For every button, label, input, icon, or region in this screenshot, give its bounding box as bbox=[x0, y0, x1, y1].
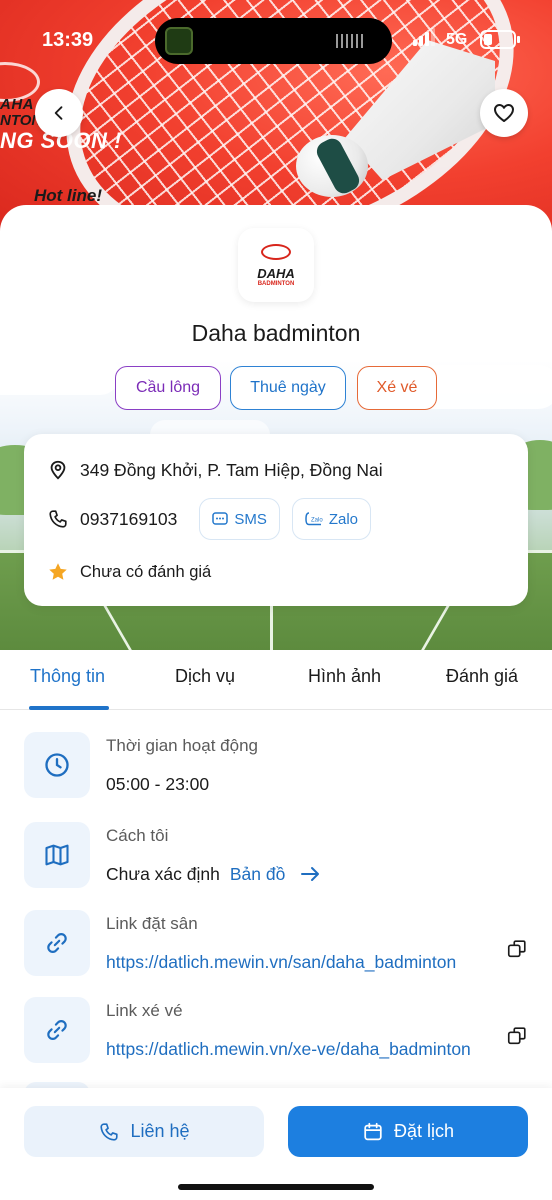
ticket-link-url[interactable]: https://datlich.mewin.vn/xe-ve/daha_badm… bbox=[106, 1039, 471, 1060]
clock-icon bbox=[24, 732, 90, 798]
phone-number[interactable]: 0937169103 bbox=[80, 509, 177, 530]
sms-label: SMS bbox=[234, 510, 267, 528]
venue-logo-subtext: BADMINTON bbox=[257, 280, 295, 287]
location-pin-icon bbox=[46, 458, 70, 482]
phone-icon bbox=[46, 507, 70, 531]
audio-wave-icon bbox=[336, 34, 366, 48]
chevron-left-icon bbox=[54, 106, 63, 120]
tab-bar: Thông tin Dịch vụ Hình ảnh Đánh giá bbox=[0, 650, 552, 710]
copy-icon[interactable] bbox=[506, 938, 528, 960]
opening-hours-label: Thời gian hoạt động bbox=[106, 736, 258, 755]
address-row[interactable]: 349 Đồng Khởi, P. Tam Hiệp, Đồng Nai bbox=[46, 458, 383, 482]
opening-hours-item: Thời gian hoạt động 05:00 - 23:00 bbox=[24, 732, 528, 802]
zalo-icon: Zalo bbox=[305, 512, 323, 526]
map-link-label: Bản đồ bbox=[229, 864, 286, 884]
ticket-link-label: Link xé vé bbox=[106, 1001, 183, 1020]
network-type: 5G bbox=[446, 31, 468, 48]
link-icon bbox=[24, 997, 90, 1063]
dynamic-island bbox=[155, 18, 392, 64]
favorite-button[interactable] bbox=[480, 89, 528, 137]
signal-icon bbox=[413, 28, 437, 46]
tab-images[interactable]: Hình ảnh bbox=[308, 666, 381, 687]
booking-link-item: Link đặt sân https://datlich.mewin.vn/sa… bbox=[24, 910, 528, 980]
active-tab-indicator bbox=[29, 706, 109, 710]
map-icon bbox=[24, 822, 90, 888]
distance-value-row: Chưa xác định Bản đồ bbox=[106, 864, 322, 885]
venue-logo-text: DAHA bbox=[257, 265, 295, 281]
rating-row: Chưa có đánh giá bbox=[46, 560, 211, 584]
venue-logo: DAHA BADMINTON bbox=[238, 228, 314, 302]
venue-info-card: 349 Đồng Khởi, P. Tam Hiệp, Đồng Nai 093… bbox=[24, 434, 528, 606]
tab-services[interactable]: Dịch vụ bbox=[175, 666, 235, 687]
rating-text: Chưa có đánh giá bbox=[80, 562, 212, 581]
banner-promo-line-1: AHA bbox=[0, 96, 34, 113]
sms-icon bbox=[212, 512, 229, 526]
back-button[interactable] bbox=[35, 89, 83, 137]
zalo-label: Zalo bbox=[328, 510, 359, 528]
booking-link-label: Link đặt sân bbox=[106, 914, 198, 933]
map-link[interactable]: Bản đồ bbox=[230, 864, 322, 884]
contact-label: Liên hệ bbox=[130, 1121, 190, 1141]
arrow-right-icon bbox=[301, 867, 320, 881]
tag-daily-rental[interactable]: Thuê ngày bbox=[230, 366, 346, 410]
address-text: 349 Đồng Khởi, P. Tam Hiệp, Đồng Nai bbox=[80, 459, 383, 480]
booking-link-url[interactable]: https://datlich.mewin.vn/san/daha_badmin… bbox=[106, 952, 456, 973]
racket-logo-icon bbox=[261, 243, 291, 260]
home-indicator bbox=[178, 1184, 374, 1190]
phone-icon bbox=[98, 1121, 120, 1143]
distance-value: Chưa xác định bbox=[106, 864, 220, 884]
tag-badminton[interactable]: Cầu lông bbox=[115, 366, 221, 410]
tag-ticket[interactable]: Xé vé bbox=[357, 366, 437, 410]
copy-icon[interactable] bbox=[506, 1025, 528, 1047]
book-label: Đặt lịch bbox=[393, 1121, 455, 1141]
calendar-icon bbox=[362, 1121, 384, 1143]
book-button[interactable]: Đặt lịch bbox=[288, 1106, 528, 1157]
distance-label: Cách tôi bbox=[106, 826, 169, 845]
opening-hours-value: 05:00 - 23:00 bbox=[106, 774, 210, 794]
banner-hotline: Hot line! bbox=[34, 186, 102, 205]
distance-item: Cách tôi Chưa xác định Bản đồ bbox=[24, 822, 528, 892]
battery-icon bbox=[480, 30, 520, 49]
sms-button[interactable]: SMS bbox=[199, 498, 280, 540]
ticket-link-item: Link xé vé https://datlich.mewin.vn/xe-v… bbox=[24, 997, 528, 1067]
venue-name: Daha badminton bbox=[191, 320, 361, 346]
heart-icon bbox=[494, 104, 514, 122]
phone-row: 0937169103 SMS Zalo Zalo bbox=[46, 498, 372, 540]
status-bar: 13:39 5G bbox=[0, 0, 552, 80]
tab-info[interactable]: Thông tin bbox=[30, 666, 105, 687]
svg-text:Zalo: Zalo bbox=[311, 518, 323, 524]
bottom-action-bar: Liên hệ Đặt lịch bbox=[0, 1088, 552, 1200]
live-activity-app-icon bbox=[165, 27, 193, 55]
tab-reviews[interactable]: Đánh giá bbox=[446, 666, 518, 687]
star-icon bbox=[46, 560, 70, 584]
zalo-button[interactable]: Zalo Zalo bbox=[291, 498, 372, 540]
status-time: 13:39 bbox=[42, 29, 94, 51]
contact-button[interactable]: Liên hệ bbox=[24, 1106, 264, 1157]
link-icon bbox=[24, 910, 90, 976]
